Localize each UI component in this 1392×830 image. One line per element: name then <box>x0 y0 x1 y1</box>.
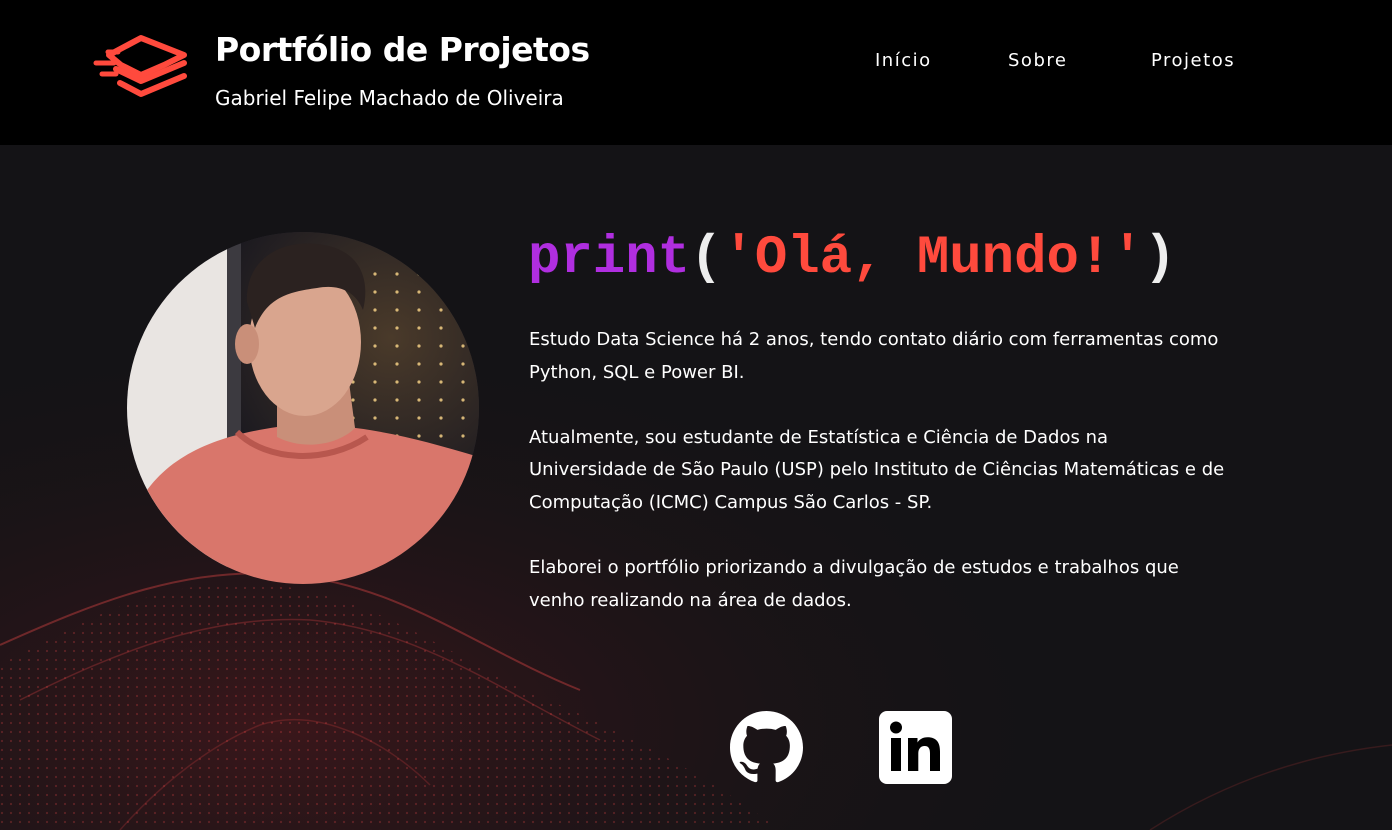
code-greeting: print('Olá, Mundo!') <box>528 228 1176 289</box>
site-header: Portfólio de Projetos Gabriel Felipe Mac… <box>0 0 1392 145</box>
code-close-paren: ) <box>1143 228 1177 289</box>
github-icon <box>730 711 803 783</box>
linkedin-icon <box>879 711 952 784</box>
nav-item-sobre[interactable]: Sobre <box>1008 50 1067 71</box>
profile-photo <box>127 232 479 584</box>
bio: Estudo Data Science há 2 anos, tendo con… <box>529 324 1229 650</box>
bio-paragraph: Elaborei o portfólio priorizando a divul… <box>529 557 1179 611</box>
code-string: 'Olá, Mundo!' <box>722 228 1144 289</box>
bio-paragraph: Estudo Data Science há 2 anos, tendo con… <box>529 329 1219 383</box>
nav-item-inicio[interactable]: Início <box>875 50 932 71</box>
main-nav: Início Sobre Projetos <box>0 50 1392 74</box>
code-function: print <box>528 228 691 289</box>
page: Portfólio de Projetos Gabriel Felipe Mac… <box>0 0 1392 830</box>
site-subtitle: Gabriel Felipe Machado de Oliveira <box>215 86 564 110</box>
linkedin-link[interactable] <box>879 711 952 784</box>
bio-paragraph: Atualmente, sou estudante de Estatística… <box>529 426 1225 513</box>
code-open-paren: ( <box>690 228 723 289</box>
nav-item-projetos[interactable]: Projetos <box>1151 50 1235 71</box>
github-link[interactable] <box>730 711 803 784</box>
